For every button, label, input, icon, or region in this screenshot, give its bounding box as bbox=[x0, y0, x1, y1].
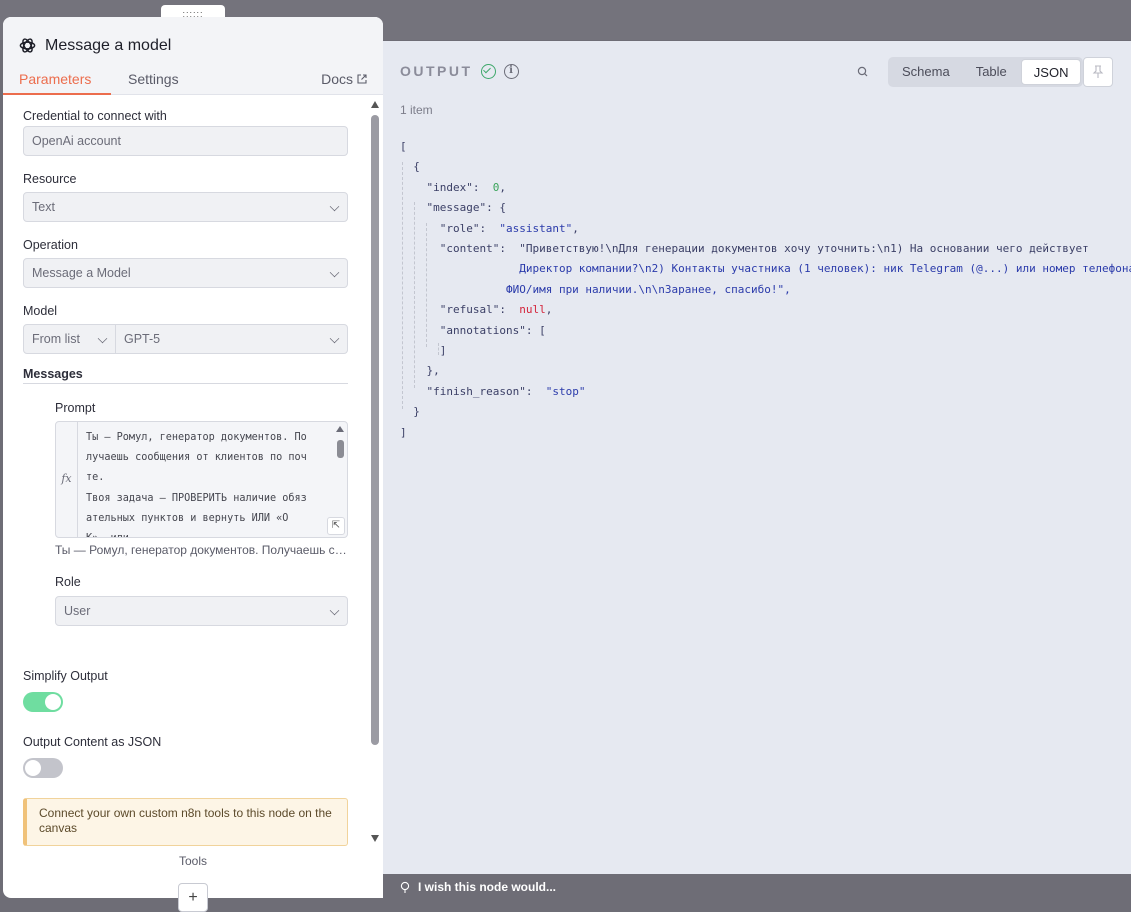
json-line: ] bbox=[400, 425, 407, 439]
chevron-down-icon bbox=[329, 267, 340, 278]
toggle-knob bbox=[25, 760, 41, 776]
prompt-line: те. bbox=[86, 472, 105, 484]
lightbulb-icon bbox=[400, 881, 410, 893]
prompt-label: Prompt bbox=[55, 401, 96, 415]
operation-label: Operation bbox=[23, 238, 78, 252]
model-select[interactable]: GPT-5 bbox=[115, 324, 348, 354]
node-title: Message a model bbox=[18, 36, 171, 55]
model-value: GPT-5 bbox=[124, 332, 161, 346]
tab-table[interactable]: Table bbox=[964, 59, 1019, 85]
info-icon[interactable]: i bbox=[503, 63, 519, 79]
tab-parameters[interactable]: Parameters bbox=[19, 71, 91, 87]
json-line: [ bbox=[400, 140, 407, 153]
simplify-label: Simplify Output bbox=[23, 669, 108, 683]
prompt-preview: Ты — Ромул, генератор документов. Получа… bbox=[55, 543, 350, 557]
tab-settings[interactable]: Settings bbox=[128, 71, 179, 87]
model-mode-value: From list bbox=[32, 332, 80, 346]
success-check-icon bbox=[480, 63, 496, 79]
messages-divider bbox=[23, 383, 348, 384]
credential-label: Credential to connect with bbox=[23, 109, 167, 123]
openai-icon bbox=[19, 38, 36, 53]
json-output-label: Output Content as JSON bbox=[23, 735, 162, 749]
tools-label: Tools bbox=[178, 854, 207, 868]
json-line: Директор компании?\n2) Контакты участник… bbox=[400, 262, 1131, 276]
node-title-text: Message a model bbox=[45, 36, 172, 54]
docs-label: Docs bbox=[321, 71, 353, 87]
chevron-down-icon bbox=[97, 333, 108, 344]
model-mode-select[interactable]: From list bbox=[23, 324, 116, 354]
operation-value: Message a Model bbox=[32, 266, 131, 280]
json-line: "index": 0, bbox=[400, 180, 506, 194]
json-line: "refusal": null, bbox=[400, 303, 553, 317]
prompt-line: лучаешь сообщения от клиентов по поч bbox=[86, 452, 307, 464]
prompt-editor[interactable]: fx Ты — Ромул, генератор документов. По … bbox=[55, 421, 348, 538]
resource-label: Resource bbox=[23, 172, 77, 186]
output-header: OUTPUT i bbox=[400, 63, 519, 79]
credential-select[interactable]: OpenAi account bbox=[23, 126, 348, 156]
panel-scrollbar[interactable] bbox=[371, 115, 379, 745]
output-title: OUTPUT bbox=[400, 63, 473, 79]
prompt-line: Ты — Ромул, генератор документов. По bbox=[86, 432, 307, 443]
messages-label: Messages bbox=[23, 367, 83, 381]
role-select[interactable]: User bbox=[55, 596, 348, 626]
feedback-text: I wish this node would... bbox=[418, 880, 556, 894]
chevron-down-icon bbox=[329, 201, 340, 212]
scroll-down-arrow[interactable] bbox=[371, 835, 379, 842]
json-line: } bbox=[400, 405, 420, 419]
operation-select[interactable]: Message a Model bbox=[23, 258, 348, 288]
prompt-line: К», или bbox=[86, 529, 332, 537]
scroll-up-arrow[interactable] bbox=[371, 101, 379, 108]
role-label: Role bbox=[55, 575, 81, 589]
chevron-down-icon bbox=[329, 333, 340, 344]
prompt-line: Твоя задача — ПРОВЕРИТЬ наличие обяз bbox=[86, 492, 307, 504]
json-line: { bbox=[400, 160, 420, 174]
json-output-toggle[interactable] bbox=[23, 758, 63, 778]
expression-icon: fx bbox=[56, 422, 78, 537]
pin-icon bbox=[1092, 65, 1104, 78]
json-line: "message": { bbox=[400, 201, 506, 215]
active-tab-underline bbox=[3, 93, 111, 95]
prompt-text: Ты — Ромул, генератор документов. По луч… bbox=[86, 428, 332, 537]
parameters-panel: Message a model Parameters Settings Docs… bbox=[3, 17, 383, 898]
docs-link[interactable]: Docs bbox=[321, 71, 367, 87]
feedback-link[interactable]: I wish this node would... bbox=[400, 880, 556, 894]
pin-button[interactable] bbox=[1083, 57, 1113, 87]
editor-scroll-up[interactable] bbox=[336, 426, 344, 432]
prompt-line: ательных пунктов и вернуть ИЛИ «О bbox=[86, 512, 289, 524]
chevron-down-icon bbox=[329, 605, 340, 616]
toggle-knob bbox=[45, 694, 61, 710]
json-line: }, bbox=[400, 364, 440, 378]
panel-header: Message a model Parameters Settings Docs bbox=[3, 17, 383, 95]
tab-json[interactable]: JSON bbox=[1020, 59, 1082, 85]
simplify-toggle[interactable] bbox=[23, 692, 63, 712]
tools-callout: Connect your own custom n8n tools to thi… bbox=[23, 798, 348, 846]
json-line: ] bbox=[400, 344, 447, 358]
items-count: 1 item bbox=[400, 103, 433, 117]
json-line: "finish_reason": "stop" bbox=[400, 384, 586, 398]
json-line: ФИО/имя при наличии.\n\nЗаранее, спасибо… bbox=[400, 282, 791, 296]
resource-value: Text bbox=[32, 200, 55, 214]
role-value: User bbox=[64, 604, 91, 618]
external-link-icon bbox=[357, 74, 367, 84]
resource-select[interactable]: Text bbox=[23, 192, 348, 222]
json-line: "annotations": [ bbox=[400, 323, 546, 337]
search-icon[interactable] bbox=[856, 65, 870, 79]
panel-tabs: Parameters Settings Docs bbox=[3, 69, 383, 95]
json-output: [ { "index": 0, "message": { "role": "as… bbox=[400, 137, 1131, 443]
expand-editor-icon[interactable]: ⇱ bbox=[327, 517, 345, 535]
tab-schema[interactable]: Schema bbox=[890, 59, 962, 85]
model-label: Model bbox=[23, 304, 58, 318]
json-line: "role": "assistant", bbox=[400, 221, 579, 235]
json-line: "content": "Приветствую!\nДля генерации … bbox=[400, 242, 1089, 256]
output-panel: OUTPUT i 1 item Schema Table JSON [ { "i… bbox=[380, 41, 1131, 874]
editor-scrollbar[interactable] bbox=[337, 440, 344, 458]
view-switcher: Schema Table JSON bbox=[888, 57, 1084, 87]
add-tool-button[interactable]: + bbox=[178, 883, 208, 912]
